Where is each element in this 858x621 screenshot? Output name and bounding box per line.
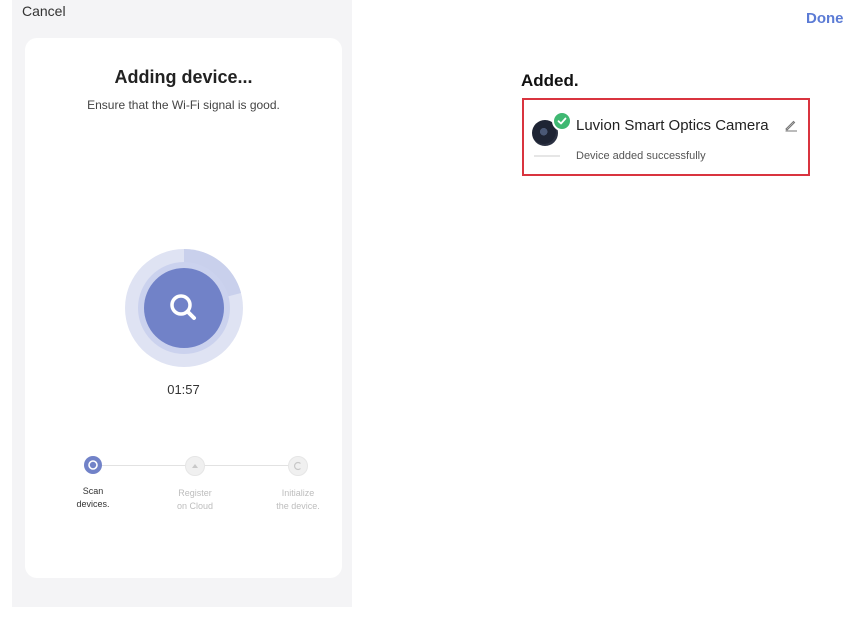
camera-base [534,155,560,157]
cloud-icon [185,456,205,476]
step-label: Scan [82,486,104,496]
page-title: Adding device... [114,67,253,87]
search-icon [170,294,196,320]
step-scan-devices: Scan devices. [53,456,133,511]
device-thumbnail [532,111,572,162]
initialize-icon [288,456,308,476]
device-status: Device added successfully [576,150,706,162]
step-label: Register [178,488,212,498]
done-button[interactable]: Done [806,10,844,27]
step-label: the device. [276,501,320,511]
adding-device-screen: Cancel Adding device... Ensure that the … [12,0,352,607]
step-initialize-device: Initialize the device. [258,456,338,513]
scan-progress-ring [125,249,243,367]
added-device-item[interactable]: Luvion Smart Optics Camera Device added … [522,98,810,176]
cancel-button[interactable]: Cancel [22,3,66,19]
device-name: Luvion Smart Optics Camera [576,117,769,134]
scan-center [144,268,224,348]
check-icon [552,111,572,131]
step-register-cloud: Register on Cloud [155,456,235,513]
adding-device-card: Adding device... Ensure that the Wi-Fi s… [25,38,342,578]
step-label: devices. [76,499,110,509]
added-section-title: Added. [521,71,579,90]
scan-icon [84,456,102,474]
step-label: Initialize [281,488,315,498]
step-label: on Cloud [176,501,214,511]
edit-icon[interactable] [784,118,798,132]
countdown-timer: 01:57 [167,382,200,397]
page-subtitle: Ensure that the Wi-Fi signal is good. [87,98,280,112]
